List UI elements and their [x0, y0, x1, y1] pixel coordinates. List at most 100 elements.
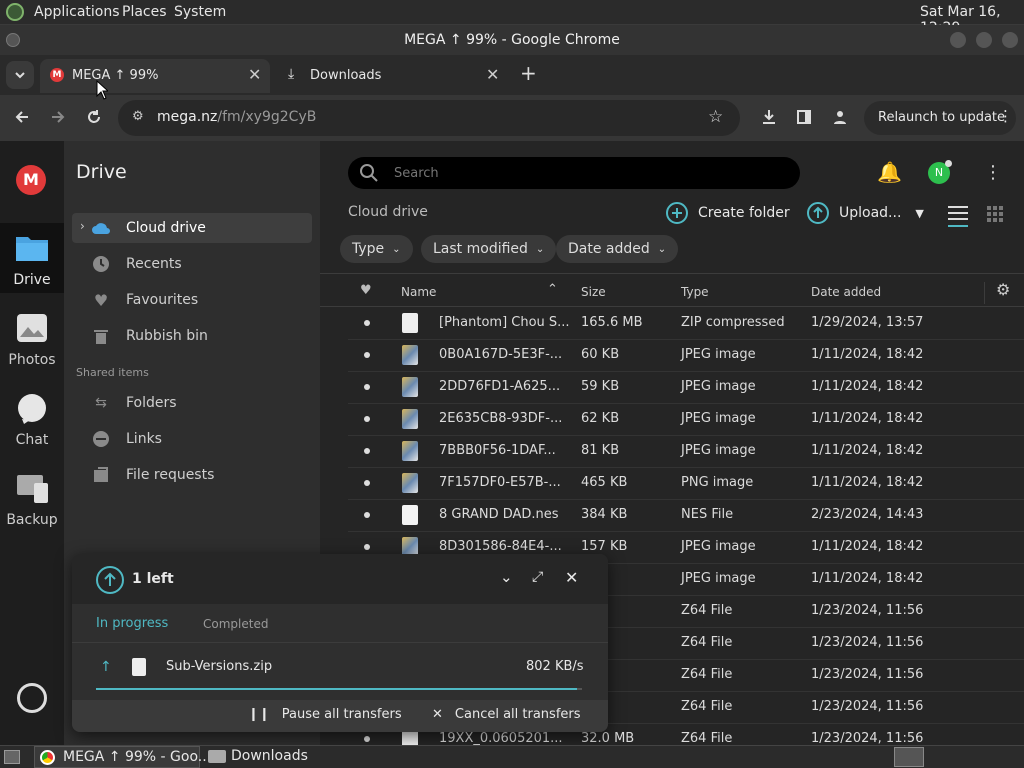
cell-size: 165.6 MB: [581, 315, 643, 330]
cell-date: 1/23/2024, 11:56: [811, 635, 924, 650]
bell-icon[interactable]: 🔔: [877, 160, 902, 184]
tab-downloads[interactable]: ⤓ Downloads ✕: [278, 59, 510, 93]
table-row[interactable]: 7BBB0F56-1DAF... 81 KB JPEG image 1/11/2024…: [320, 435, 1024, 467]
column-settings-icon[interactable]: ⚙: [996, 280, 1010, 299]
expand-icon[interactable]: ⤢: [532, 569, 543, 585]
column-type[interactable]: Type: [681, 285, 709, 299]
mega-icon: M: [50, 68, 64, 82]
tab-mega[interactable]: M MEGA ↑ 99% ✕: [40, 59, 270, 93]
list-view-button[interactable]: [948, 205, 968, 227]
cell-size: 157 KB: [581, 539, 628, 554]
cancel-all-button[interactable]: ✕ Cancel all transfers: [432, 707, 581, 722]
table-row[interactable]: [Phantom] Chou S... 165.6 MB ZIP compresse…: [320, 307, 1024, 339]
filter-label: Date added: [568, 241, 650, 257]
side-panel-button[interactable]: [790, 103, 818, 131]
rail-item-drive[interactable]: Drive: [0, 223, 64, 293]
sidebar-item-file-requests[interactable]: File requests: [72, 460, 312, 490]
row-dot: [364, 384, 370, 390]
mega-rail: M Drive Photos Chat Backup: [0, 141, 64, 745]
forward-button[interactable]: [44, 103, 72, 131]
sidebar-item-cloud-drive[interactable]: › Cloud drive: [72, 213, 312, 243]
tab-search-button[interactable]: [6, 61, 34, 89]
chevron-down-icon: ⌄: [392, 243, 401, 255]
cell-date: 1/23/2024, 11:56: [811, 731, 924, 745]
relaunch-button[interactable]: Relaunch to update ⋮: [864, 101, 1016, 135]
table-row[interactable]: 8 GRAND DAD.nes 384 KB NES File 2/23/2024, …: [320, 499, 1024, 531]
create-folder-label: Create folder: [698, 205, 790, 221]
menu-places[interactable]: Places: [122, 4, 167, 20]
favourite-column-icon[interactable]: ♥: [360, 283, 372, 298]
upload-label: Upload...: [839, 205, 902, 221]
collapse-icon[interactable]: ⌄: [500, 568, 513, 586]
sort-ascending-icon[interactable]: ⌃: [547, 282, 558, 297]
transfer-title: 1 left: [132, 571, 174, 587]
table-row[interactable]: 0B0A167D-5E3F-... 60 KB JPEG image 1/11/202…: [320, 339, 1024, 371]
sidebar-label: Cloud drive: [126, 220, 206, 236]
row-divider: [348, 499, 1024, 500]
close-tab-icon[interactable]: ✕: [486, 65, 499, 84]
cell-type: JPEG image: [681, 443, 756, 458]
search-input[interactable]: [394, 163, 774, 183]
divider: [72, 642, 608, 643]
new-tab-icon[interactable]: +: [520, 61, 537, 85]
address-bar[interactable]: ⚙ mega.nz/fm/xy9g2CyB ☆: [118, 100, 740, 136]
filter-date-added[interactable]: Date added ⌄: [556, 235, 679, 263]
table-row[interactable]: 2DD76FD1-A625... 59 KB JPEG image 1/11/2024…: [320, 371, 1024, 403]
minimize-icon[interactable]: [950, 32, 966, 48]
rail-item-photos[interactable]: Photos: [0, 305, 64, 375]
cell-name: 7F157DF0-E57B-...: [439, 475, 561, 490]
menu-applications[interactable]: Applications: [34, 4, 120, 20]
distro-logo-icon[interactable]: [6, 3, 24, 21]
search-bar[interactable]: [348, 157, 800, 189]
cell-date: 1/23/2024, 11:56: [811, 699, 924, 714]
column-name[interactable]: Name: [401, 285, 436, 299]
column-date-added[interactable]: Date added: [811, 285, 881, 299]
more-menu-icon[interactable]: ⋮: [984, 162, 1002, 183]
breadcrumb[interactable]: Cloud drive: [348, 204, 428, 220]
downloads-button[interactable]: [755, 103, 783, 131]
cell-name: 0B0A167D-5E3F-...: [439, 347, 563, 362]
back-button[interactable]: [8, 103, 36, 131]
upload-button[interactable]: Upload... ▼: [807, 201, 924, 225]
tab-completed[interactable]: Completed: [203, 617, 268, 631]
close-tab-icon[interactable]: ✕: [248, 65, 261, 84]
close-panel-icon[interactable]: ✕: [565, 568, 578, 587]
row-divider: [348, 467, 1024, 468]
bookmark-star-icon[interactable]: ☆: [708, 107, 723, 127]
profile-button[interactable]: [826, 103, 854, 131]
show-desktop-icon[interactable]: [4, 750, 20, 764]
close-window-icon[interactable]: [1002, 32, 1018, 48]
zip-file-icon: [132, 658, 146, 676]
sidebar-item-favourites[interactable]: ♥ Favourites: [72, 285, 312, 315]
sidebar-item-folders[interactable]: ⇆ Folders: [72, 388, 312, 418]
site-info-icon[interactable]: ⚙: [132, 109, 144, 124]
browser-toolbar: ⚙ mega.nz/fm/xy9g2CyB ☆ Relaunch to upda…: [0, 95, 1024, 141]
add-circle-icon: [666, 202, 688, 224]
reload-button[interactable]: [80, 103, 108, 131]
sidebar-item-links[interactable]: Links: [72, 424, 312, 454]
sync-icon[interactable]: [17, 683, 47, 713]
mega-logo-icon[interactable]: M: [16, 165, 46, 195]
taskbar-item-downloads[interactable]: Downloads: [204, 746, 364, 768]
rail-item-chat[interactable]: Chat: [0, 387, 64, 457]
table-row[interactable]: 2E635CB8-93DF-... 62 KB JPEG image 1/11/202…: [320, 403, 1024, 435]
maximize-icon[interactable]: [976, 32, 992, 48]
taskbar-item-chrome[interactable]: MEGA ↑ 99% - Goo...: [34, 746, 211, 768]
tab-in-progress[interactable]: In progress: [96, 616, 168, 631]
workspace-chrome-icon[interactable]: [894, 747, 924, 767]
column-size[interactable]: Size: [581, 285, 606, 299]
sidebar-item-rubbish-bin[interactable]: Rubbish bin: [72, 321, 312, 351]
row-divider: [348, 435, 1024, 436]
rail-item-backup[interactable]: Backup: [0, 467, 64, 537]
create-folder-button[interactable]: Create folder: [666, 201, 790, 225]
pause-all-button[interactable]: ❙❙ Pause all transfers: [248, 707, 402, 722]
table-row[interactable]: 7F157DF0-E57B-... 465 KB PNG image 1/11/202…: [320, 467, 1024, 499]
menu-system[interactable]: System: [174, 4, 226, 20]
cell-size: 32.0 MB: [581, 731, 635, 745]
sidebar-item-recents[interactable]: Recents: [72, 249, 312, 279]
filter-last-modified[interactable]: Last modified ⌄: [421, 235, 557, 263]
filter-type[interactable]: Type ⌄: [340, 235, 413, 263]
upload-circle-icon: [807, 202, 829, 224]
grid-view-icon[interactable]: [987, 206, 1003, 222]
transfer-row[interactable]: ↑ Sub-Versions.zip 802 KB/s: [72, 650, 608, 694]
